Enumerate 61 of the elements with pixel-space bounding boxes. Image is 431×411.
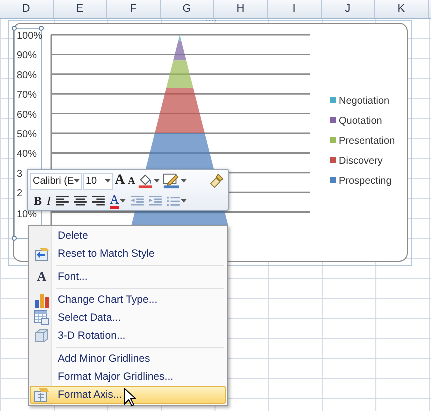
axis-label: 40% (17, 149, 38, 160)
bold-button[interactable]: B (33, 192, 44, 210)
axis-label: 10% (17, 209, 38, 220)
resize-handle[interactable] (206, 20, 216, 22)
axis-label: 70% (17, 90, 38, 102)
column-header[interactable]: F (107, 0, 161, 18)
axis-label: 100% (17, 31, 43, 42)
caret-icon (105, 179, 111, 183)
font-color-button[interactable]: A (109, 192, 128, 210)
format-painter-button[interactable] (209, 172, 226, 190)
column-header[interactable]: J (322, 0, 376, 18)
format-icon (34, 387, 50, 403)
outdent-icon (131, 196, 144, 206)
grow-font-button[interactable]: A (114, 172, 126, 190)
cursor-icon (124, 388, 136, 407)
font-icon: A (37, 269, 47, 285)
menu-item[interactable]: 3-D Rotation... (30, 327, 226, 345)
reset-style-icon (34, 246, 50, 262)
axis-label: 80% (17, 70, 38, 82)
menu-item[interactable]: Reset to Match Style (30, 245, 226, 263)
cube-icon (34, 328, 50, 344)
legend-label: Presentation (339, 136, 396, 147)
outline-button[interactable] (162, 172, 188, 190)
menu-item[interactable]: Delete (30, 227, 226, 245)
indent-icon (149, 196, 162, 206)
pencil-icon (163, 173, 180, 189)
menu-item[interactable]: Add Minor Gridlines (30, 350, 226, 368)
bullet-list-icon (167, 196, 180, 206)
menu-item[interactable]: Select Data... (30, 309, 226, 327)
column-header[interactable]: K (375, 0, 429, 18)
align-left-icon (56, 196, 70, 206)
legend-label: Prospecting (339, 176, 392, 187)
column-header[interactable]: I (268, 0, 322, 18)
caret-icon (74, 179, 80, 183)
axis-label: 3 (17, 168, 23, 180)
menu-item[interactable]: Change Chart Type... (30, 291, 226, 309)
fill-color-button[interactable] (137, 172, 162, 190)
italic-button[interactable]: I (46, 192, 52, 210)
menu-item[interactable]: Format Axis... (30, 386, 226, 404)
column-header[interactable]: D (0, 0, 54, 18)
axis-label: 50% (17, 130, 38, 140)
legend-label: Negotiation (339, 96, 390, 107)
menu-item[interactable]: Format Major Gridlines... (30, 368, 226, 386)
legend-label: Quotation (339, 116, 382, 127)
column-header[interactable]: E (54, 0, 108, 18)
column-header[interactable]: H (214, 0, 268, 18)
table-icon (34, 310, 50, 326)
fill-bucket-icon (138, 173, 154, 189)
column-header[interactable]: G (160, 0, 214, 18)
axis-label: 90% (17, 50, 38, 62)
axis-label: 2 (17, 188, 23, 200)
menu-item[interactable]: A Font... (30, 268, 226, 286)
align-right-icon (92, 196, 106, 206)
brush-icon (210, 173, 225, 189)
align-center-icon (74, 196, 88, 206)
axis-label: 60% (17, 110, 38, 121)
shrink-font-button[interactable]: A (127, 172, 136, 190)
legend-label: Discovery (339, 156, 383, 167)
font-size-field[interactable]: 10 (83, 172, 113, 190)
font-name-field[interactable]: Calibri (E (30, 172, 82, 190)
bar-chart-icon (34, 292, 50, 308)
